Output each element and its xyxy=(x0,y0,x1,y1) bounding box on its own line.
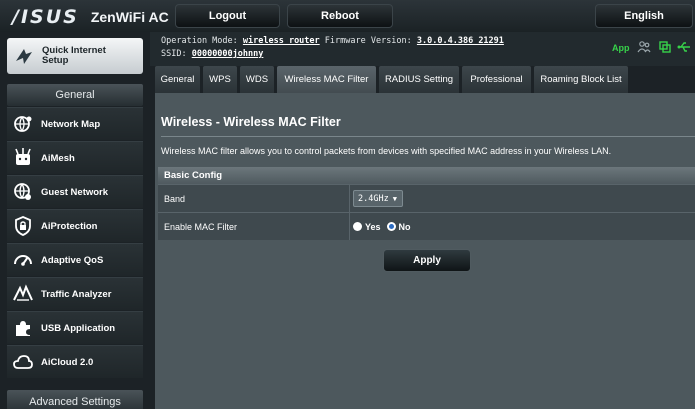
enable-mac-filter-options: Yes No xyxy=(353,213,417,240)
status-bar: Operation Mode: wireless router Firmware… xyxy=(150,32,695,66)
gauge-icon xyxy=(14,255,32,266)
traffic-analyzer-icon xyxy=(13,284,33,301)
sidebar-item-aicloud[interactable]: AiCloud 2.0 xyxy=(7,345,143,378)
sidebar-item-usb-application[interactable]: USB Application xyxy=(7,311,143,344)
language-select[interactable]: English xyxy=(595,4,693,28)
cloud-icon xyxy=(13,355,33,369)
router-admin-page: /ISUS ZenWiFi AC Logout Reboot English O… xyxy=(0,0,695,409)
band-label: Band xyxy=(164,185,350,212)
operation-info: Operation Mode: wireless router Firmware… xyxy=(161,36,504,46)
usb-device-icon[interactable] xyxy=(658,40,672,54)
sidebar-item-label: AiCloud 2.0 xyxy=(41,356,94,368)
app-status-link[interactable]: App xyxy=(612,43,630,53)
tab-general[interactable]: General xyxy=(155,66,200,93)
title-divider xyxy=(161,136,695,137)
general-section-header: General xyxy=(7,84,143,106)
sidebar-item-adaptive-qos[interactable]: Adaptive QoS xyxy=(7,243,143,276)
sidebar-item-label: USB Application xyxy=(41,322,116,334)
sidebar-item-traffic-analyzer[interactable]: Traffic Analyzer xyxy=(7,277,143,310)
radio-no[interactable] xyxy=(386,222,396,231)
globe-network-icon xyxy=(14,116,32,132)
sidebar-item-label: AiProtection xyxy=(41,220,98,232)
reboot-button[interactable]: Reboot xyxy=(287,4,393,28)
puzzle-icon xyxy=(16,321,30,336)
sidebar-item-aiprotection[interactable]: AiProtection xyxy=(7,209,143,242)
sidebar-item-label: AiMesh xyxy=(41,152,75,164)
tab-wds[interactable]: WDS xyxy=(240,66,274,93)
radio-yes[interactable] xyxy=(353,222,362,231)
page-description: Wireless MAC filter allows you to contro… xyxy=(161,146,612,156)
tab-bar: General WPS WDS Wireless MAC Filter RADI… xyxy=(155,66,695,93)
tab-professional[interactable]: Professional xyxy=(462,66,531,93)
firmware-link[interactable]: 3.0.0.4.386_21291 xyxy=(417,36,504,46)
tab-wps[interactable]: WPS xyxy=(203,66,237,93)
apply-button[interactable]: Apply xyxy=(383,249,471,272)
basic-config-table: Basic Config Band 2.4GHz ▼ Enable MAC Fi… xyxy=(158,167,695,240)
enable-mac-filter-row: Enable MAC Filter Yes No xyxy=(158,212,695,240)
sidebar-item-label: Guest Network xyxy=(41,186,109,198)
logo: /ISUS ZenWiFi AC xyxy=(12,6,169,28)
radio-yes-label: Yes xyxy=(365,221,381,232)
quick-setup-icon xyxy=(16,49,32,64)
quick-setup-label: Quick Internet Setup xyxy=(42,45,106,66)
sidebar-item-label: Traffic Analyzer xyxy=(41,288,112,300)
sidebar-item-label: Adaptive QoS xyxy=(41,254,104,266)
sidebar-item-guest-network[interactable]: Guest Network xyxy=(7,175,143,208)
tab-roaming-block-list[interactable]: Roaming Block List xyxy=(534,66,628,93)
operation-mode-link[interactable]: wireless router xyxy=(243,36,320,46)
brand-logo: /ISUS xyxy=(12,6,79,28)
sidebar: Quick Internet Setup General Network Map… xyxy=(0,32,150,409)
tab-radius-setting[interactable]: RADIUS Setting xyxy=(379,66,459,93)
usb-icon[interactable] xyxy=(677,40,691,54)
sidebar-item-label: Network Map xyxy=(41,118,101,130)
guest-network-icon xyxy=(14,183,31,200)
firmware-label: Firmware Version: xyxy=(324,36,412,46)
ssid-link[interactable]: 00000000johnny xyxy=(192,49,264,59)
main-content: Wireless - Wireless MAC Filter Wireless … xyxy=(155,93,695,409)
top-bar: /ISUS ZenWiFi AC Logout Reboot English xyxy=(0,0,695,32)
page-title: Wireless - Wireless MAC Filter xyxy=(161,115,341,129)
ssid-label: SSID: xyxy=(161,49,187,59)
aimesh-icon xyxy=(15,148,31,165)
section-header: Basic Config xyxy=(158,167,695,184)
dropdown-caret-icon: ▼ xyxy=(392,194,397,203)
ssid-info: SSID: 00000000johnny xyxy=(161,49,263,59)
lock-shield-icon xyxy=(15,216,31,236)
radio-no-label: No xyxy=(398,221,411,232)
model-name: ZenWiFi AC xyxy=(90,9,169,25)
enable-mac-filter-label: Enable MAC Filter xyxy=(164,213,350,240)
band-value-cell: 2.4GHz ▼ xyxy=(353,185,403,212)
sidebar-item-aimesh[interactable]: AiMesh xyxy=(7,141,143,174)
sidebar-item-network-map[interactable]: Network Map xyxy=(7,107,143,140)
clients-icon[interactable] xyxy=(637,40,651,54)
quick-internet-setup-button[interactable]: Quick Internet Setup xyxy=(7,38,143,74)
operation-mode-label: Operation Mode: xyxy=(161,36,238,46)
band-selected-value: 2.4GHz xyxy=(358,193,389,204)
band-row: Band 2.4GHz ▼ xyxy=(158,184,695,212)
advanced-settings-header: Advanced Settings xyxy=(7,390,143,409)
tab-wireless-mac-filter[interactable]: Wireless MAC Filter xyxy=(277,66,376,93)
band-select[interactable]: 2.4GHz ▼ xyxy=(353,190,403,207)
logout-button[interactable]: Logout xyxy=(175,4,280,28)
